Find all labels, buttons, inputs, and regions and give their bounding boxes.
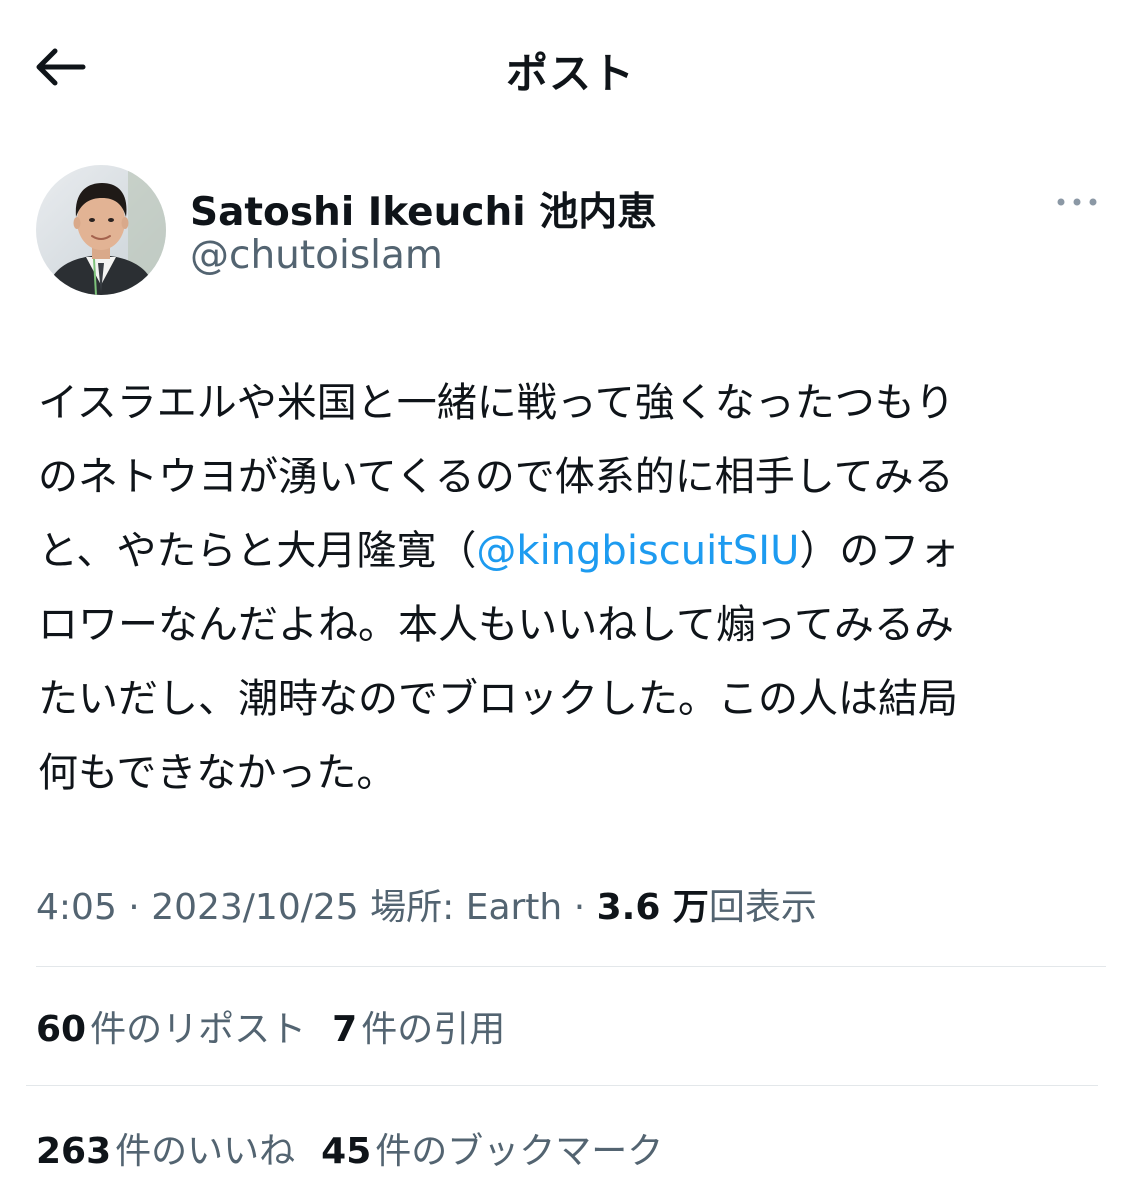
avatar-photo <box>36 165 166 295</box>
tweet-text-segment: ）のフォ <box>799 528 960 574</box>
bookmarks-count: 45 <box>321 1131 372 1172</box>
reposts-count: 60 <box>36 1009 87 1050</box>
tweet-line: のネトウヨが湧いてくるので体系的に相手してみる <box>38 440 1113 514</box>
views-count[interactable]: 3.6 万 <box>597 887 709 928</box>
tweet-line: たいだし、潮時なのでブロックした。この人は結局 <box>38 662 1113 736</box>
tweet-text-segment: ロワーなんだよね。本人もいいねして煽ってみるみ <box>38 602 954 648</box>
display-name[interactable]: Satoshi Ikeuchi 池内恵 <box>190 181 656 237</box>
bookmarks-stat[interactable]: 45 件のブックマーク <box>321 1122 663 1174</box>
tweet-text-segment: イスラエルや米国と一緒に戦って強くなったつもり <box>38 380 955 426</box>
meta-separator: · <box>116 887 152 928</box>
tweet-line: イスラエルや米国と一緒に戦って強くなったつもり <box>38 366 1113 440</box>
quotes-count: 7 <box>332 1009 358 1050</box>
reposts-label: 件のリポスト <box>90 1009 307 1050</box>
tweet-meta: 4:05 · 2023/10/25 場所: Earth · 3.6 万回表示 <box>36 878 817 930</box>
post-date[interactable]: 2023/10/25 <box>151 887 359 928</box>
tweet-text-segment: たいだし、潮時なのでブロックした。この人は結局 <box>38 676 958 722</box>
tweet-line: と、やたらと大月隆寛（@kingbiscuitSIU）のフォ <box>38 514 1113 588</box>
engagement-row: 60 件のリポスト 7 件の引用 <box>36 1000 531 1052</box>
post-time[interactable]: 4:05 <box>36 887 117 928</box>
tweet-text: イスラエルや米国と一緒に戦って強くなったつもり のネトウヨが湧いてくるので体系的… <box>38 366 1113 810</box>
likes-count: 263 <box>36 1131 112 1172</box>
likes-stat[interactable]: 263 件のいいね <box>36 1122 295 1174</box>
more-options-button[interactable] <box>1052 187 1102 217</box>
post-location: 場所: Earth <box>358 887 563 928</box>
page-title: ポスト <box>505 49 635 98</box>
tweet-line: ロワーなんだよね。本人もいいねして煽ってみるみ <box>38 588 1113 662</box>
likes-label: 件のいいね <box>115 1131 296 1172</box>
tweet-text-segment: と、やたらと大月隆寛（ <box>38 528 477 574</box>
author-row: Satoshi Ikeuchi 池内恵 @chutoislam <box>36 165 1106 295</box>
top-bar: ポスト <box>0 0 1141 130</box>
tweet-line: 何もできなかった。 <box>38 736 1113 810</box>
divider <box>26 1085 1098 1086</box>
more-horizontal-icon <box>1057 198 1097 206</box>
avatar[interactable] <box>36 165 166 295</box>
user-handle[interactable]: @chutoislam <box>190 233 443 278</box>
tweet-text-segment: 何もできなかった。 <box>38 750 397 796</box>
views-label: 回表示 <box>708 887 817 928</box>
divider <box>36 966 1106 967</box>
mention-link[interactable]: @kingbiscuitSIU <box>476 528 799 574</box>
quotes-stat[interactable]: 7 件の引用 <box>332 1000 505 1052</box>
meta-separator: · <box>562 887 597 928</box>
tweet-text-segment: のネトウヨが湧いてくるので体系的に相手してみる <box>38 454 954 500</box>
bookmarks-label: 件のブックマーク <box>375 1131 664 1172</box>
engagement-row: 263 件のいいね 45 件のブックマーク <box>36 1122 689 1174</box>
quotes-label: 件の引用 <box>361 1009 506 1050</box>
reposts-stat[interactable]: 60 件のリポスト <box>36 1000 306 1052</box>
